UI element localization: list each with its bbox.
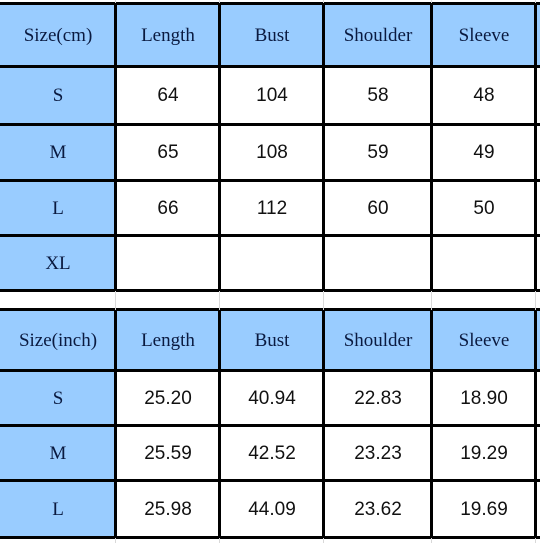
column-header-length: Length [116,4,220,67]
size-label: M [0,125,116,181]
measurement-cell: 23.62 [324,481,432,538]
measurement-cell: 49 [432,125,536,181]
size-header: Size(cm) [0,4,116,67]
table-border-vertical [430,2,433,292]
table-border-horizontal [0,424,540,427]
column-header-sleeve: Sleeve [432,310,536,371]
column-header-bust: Bust [220,4,324,67]
measurement-cell: 50 [432,181,536,236]
table-border-vertical [534,308,537,539]
measurement-cell [220,236,324,291]
sheet-gridline [323,538,324,543]
table-border-horizontal [0,2,540,5]
measurement-cell: 108 [220,125,324,181]
size-label: L [0,181,116,236]
size-header: Size(inch) [0,310,116,371]
table-border-horizontal [0,536,540,539]
column-header-shoulder: Shoulder [324,310,432,371]
measurement-cell [432,236,536,291]
measurement-cell: 48 [432,67,536,125]
sheet-gridline [115,0,116,3]
measurement-cell: 66 [116,181,220,236]
table-border-horizontal [0,123,540,126]
size-chart-sheet: Size(cm) Length Bust Shoulder Sleeve S 64 104 58… [0,0,540,543]
table-border-horizontal [0,179,540,182]
sheet-gridline [219,538,220,543]
size-label: XL [0,236,116,291]
table-border-horizontal [0,234,540,237]
measurement-cell: 104 [220,67,324,125]
size-label: S [0,67,116,125]
measurement-cell: 25.20 [116,371,220,426]
sheet-gridline [535,291,536,310]
measurement-cell: 22.83 [324,371,432,426]
measurement-cell: 65 [116,125,220,181]
measurement-cell: 19.29 [432,426,536,481]
measurement-cell [116,236,220,291]
table-border-vertical [430,308,433,539]
measurement-cell: 112 [220,181,324,236]
table-border-vertical [322,2,325,292]
measurement-cell: 25.59 [116,426,220,481]
measurement-cell: 19.69 [432,481,536,538]
table-border-vertical [114,2,117,292]
table-border-horizontal [0,479,540,482]
column-header-shoulder: Shoulder [324,4,432,67]
sheet-gridline [535,0,536,3]
sheet-gridline [535,538,536,543]
measurement-cell: 44.09 [220,481,324,538]
table-border-horizontal [0,289,540,292]
table-border-vertical [322,308,325,539]
table-border-horizontal [0,65,540,68]
measurement-cell: 42.52 [220,426,324,481]
table-border-vertical [218,2,221,292]
sheet-gridline [323,291,324,310]
measurement-cell [324,236,432,291]
column-header-bust: Bust [220,310,324,371]
measurement-cell: 25.98 [116,481,220,538]
column-header-length: Length [116,310,220,371]
sheet-gridline [431,538,432,543]
sheet-gridline [431,291,432,310]
sheet-gridline [115,291,116,310]
size-label: M [0,426,116,481]
sheet-gridline [115,538,116,543]
measurement-cell: 18.90 [432,371,536,426]
measurement-cell: 58 [324,67,432,125]
sheet-gridline [219,291,220,310]
size-label: L [0,481,116,538]
column-header-sleeve: Sleeve [432,4,536,67]
measurement-cell: 23.23 [324,426,432,481]
measurement-cell: 40.94 [220,371,324,426]
table-border-vertical [114,308,117,539]
table-border-horizontal [0,369,540,372]
table-border-vertical [218,308,221,539]
measurement-cell: 59 [324,125,432,181]
measurement-cell: 60 [324,181,432,236]
size-label: S [0,371,116,426]
sheet-gridline [323,0,324,3]
table-border-vertical [534,2,537,292]
sheet-gridline [219,0,220,3]
table-border-horizontal [0,308,540,311]
measurement-cell: 64 [116,67,220,125]
sheet-gridline [431,0,432,3]
